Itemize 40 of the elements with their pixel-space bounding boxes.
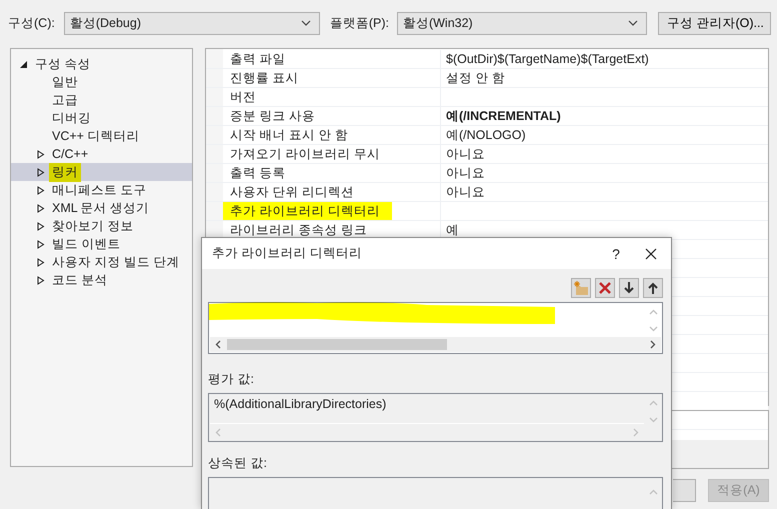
configuration-dropdown[interactable]: 활성(Debug) xyxy=(64,12,320,34)
property-name[interactable]: 추가 라이브러리 디렉터리 xyxy=(223,202,392,220)
tree-item[interactable]: 링커 xyxy=(11,163,192,181)
tree-item[interactable]: VC++ 디렉터리 xyxy=(11,127,192,145)
evaluated-value-label: 평가 값: xyxy=(207,371,255,388)
property-value[interactable]: 아니요 xyxy=(440,183,768,201)
dialog-title: 추가 라이브러리 디렉터리 xyxy=(212,245,363,262)
property-value[interactable]: 아니요 xyxy=(440,164,768,182)
tree-item[interactable]: 사용자 지정 빌드 단계 xyxy=(11,253,192,271)
tree-item[interactable]: 구성 속성 xyxy=(11,55,192,73)
property-name[interactable]: 가져오기 라이브러리 무시 xyxy=(223,145,392,163)
property-value[interactable]: 아니요 xyxy=(440,145,768,163)
help-button[interactable]: ? xyxy=(601,246,631,262)
property-name[interactable]: 진행률 표시 xyxy=(223,69,310,87)
platform-dropdown[interactable]: 활성(Win32) xyxy=(396,12,647,34)
tree-item[interactable]: 찾아보기 정보 xyxy=(11,217,192,235)
property-name[interactable]: 시작 배너 표시 안 함 xyxy=(223,126,360,144)
tree-item[interactable]: 코드 분석 xyxy=(11,271,192,289)
evaluated-value: %(AdditionalLibraryDirectories) xyxy=(214,397,388,411)
property-name[interactable]: 출력 파일 xyxy=(223,50,298,68)
property-value[interactable]: 설정 안 함 xyxy=(440,69,768,87)
tree-item[interactable]: 디버깅 xyxy=(11,109,192,127)
property-name[interactable]: 증분 링크 사용 xyxy=(223,107,327,125)
tree-item[interactable]: 빌드 이벤트 xyxy=(11,235,192,253)
property-name[interactable]: 출력 등록 xyxy=(223,164,298,182)
tree-item[interactable]: C/C++ xyxy=(11,145,192,163)
tree-item[interactable]: XML 문서 생성기 xyxy=(11,199,192,217)
tree-item[interactable]: 고급 xyxy=(11,91,192,109)
property-name[interactable]: 라이브러리 종속성 링크 xyxy=(223,221,379,239)
property-value[interactable]: 예(/INCREMENTAL) xyxy=(440,107,768,125)
platform-label: 플랫폼(P): xyxy=(330,14,389,32)
property-value[interactable]: 예(/NOLOGO) xyxy=(440,126,768,144)
configuration-label: 구성(C): xyxy=(8,14,55,32)
property-name[interactable]: 사용자 단위 리디렉션 xyxy=(223,183,366,201)
property-value[interactable]: $(OutDir)$(TargetName)$(TargetExt) xyxy=(440,50,768,68)
property-name[interactable]: 버전 xyxy=(223,88,268,106)
inherited-value-label: 상속된 값: xyxy=(207,455,268,472)
tree-item[interactable]: 매니페스트 도구 xyxy=(11,181,192,199)
tree-item[interactable]: 일반 xyxy=(11,73,192,91)
configuration-manager-button[interactable]: 구성 관리자(O)... xyxy=(658,12,771,34)
